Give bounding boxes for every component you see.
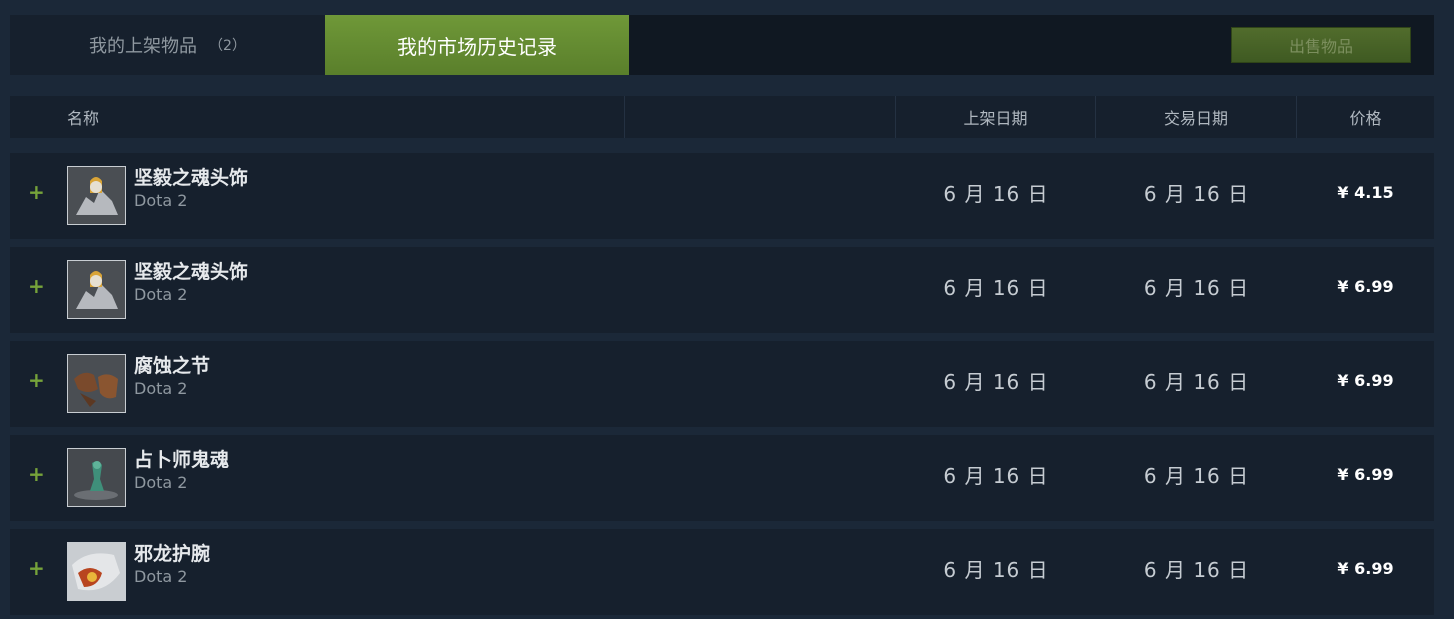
- item-thumbnail[interactable]: [67, 166, 126, 225]
- history-table-header: 名称 上架日期 交易日期 价格: [10, 96, 1434, 138]
- column-header-price: 价格: [1349, 109, 1382, 128]
- tab-my-listings-count: （2）: [209, 38, 246, 54]
- item-thumbnail[interactable]: [67, 354, 126, 413]
- expand-plus-icon[interactable]: +: [28, 462, 45, 486]
- listed-date: 6 月 16 日: [943, 557, 1049, 582]
- item-name[interactable]: 邪龙护腕: [134, 539, 210, 566]
- expand-plus-icon[interactable]: +: [28, 368, 45, 392]
- item-game-name: Dota 2: [134, 191, 188, 210]
- tab-market-history[interactable]: 我的市场历史记录: [325, 15, 629, 75]
- acted-date: 6 月 16 日: [1143, 275, 1250, 300]
- tab-my-listings[interactable]: 我的上架物品 （2）: [10, 15, 325, 75]
- history-row[interactable]: + 邪龙护腕 Dota 2 6 月 16 日 6 月 16 日 ¥ 6.99: [10, 529, 1434, 615]
- column-header-acted-on: 交易日期: [1096, 96, 1297, 138]
- column-header-listed-on: 上架日期: [896, 96, 1096, 138]
- history-row[interactable]: + 坚毅之魂头饰 Dota 2 6 月 16 日 6 月 16 日 ¥ 4.15: [10, 153, 1434, 239]
- history-row[interactable]: + 坚毅之魂头饰 Dota 2 6 月 16 日 6 月 16 日 ¥ 6.99: [10, 247, 1434, 333]
- tab-market-history-label: 我的市场历史记录: [397, 34, 557, 59]
- item-thumbnail[interactable]: [67, 448, 126, 507]
- item-game-name: Dota 2: [134, 285, 188, 304]
- item-thumbnail[interactable]: [67, 260, 126, 319]
- listed-date: 6 月 16 日: [943, 369, 1049, 394]
- item-name[interactable]: 坚毅之魂头饰: [134, 257, 248, 284]
- expand-plus-icon[interactable]: +: [28, 274, 45, 298]
- item-price: ¥ 6.99: [1337, 464, 1394, 484]
- history-row[interactable]: + 占卜师鬼魂 Dota 2 6 月 16 日 6 月 16 日 ¥ 6.99: [10, 435, 1434, 521]
- listed-date: 6 月 16 日: [943, 463, 1049, 488]
- listed-date: 6 月 16 日: [943, 275, 1049, 300]
- item-thumbnail[interactable]: [67, 542, 126, 601]
- item-game-name: Dota 2: [134, 473, 188, 492]
- item-name[interactable]: 腐蚀之节: [134, 351, 210, 378]
- item-price: ¥ 6.99: [1337, 370, 1394, 390]
- expand-plus-icon[interactable]: +: [28, 556, 45, 580]
- tab-my-listings-label: 我的上架物品: [89, 36, 198, 57]
- market-tab-bar: 我的上架物品 （2） 我的市场历史记录 出售物品: [10, 15, 1434, 75]
- item-game-name: Dota 2: [134, 379, 188, 398]
- item-name[interactable]: 坚毅之魂头饰: [134, 163, 248, 190]
- item-game-name: Dota 2: [134, 567, 188, 586]
- expand-plus-icon[interactable]: +: [28, 180, 45, 204]
- item-price: ¥ 6.99: [1337, 558, 1394, 578]
- listed-date: 6 月 16 日: [943, 181, 1049, 206]
- acted-date: 6 月 16 日: [1143, 369, 1250, 394]
- history-row[interactable]: + 腐蚀之节 Dota 2 6 月 16 日 6 月 16 日 ¥ 6.99: [10, 341, 1434, 427]
- acted-date: 6 月 16 日: [1143, 181, 1250, 206]
- item-name[interactable]: 占卜师鬼魂: [134, 445, 229, 472]
- sell-item-button[interactable]: 出售物品: [1231, 27, 1411, 63]
- acted-date: 6 月 16 日: [1143, 463, 1250, 488]
- column-header-name: 名称: [10, 96, 625, 138]
- column-header-spacer: [625, 96, 896, 138]
- item-price: ¥ 6.99: [1337, 276, 1394, 296]
- item-price: ¥ 4.15: [1337, 182, 1394, 202]
- acted-date: 6 月 16 日: [1143, 557, 1250, 582]
